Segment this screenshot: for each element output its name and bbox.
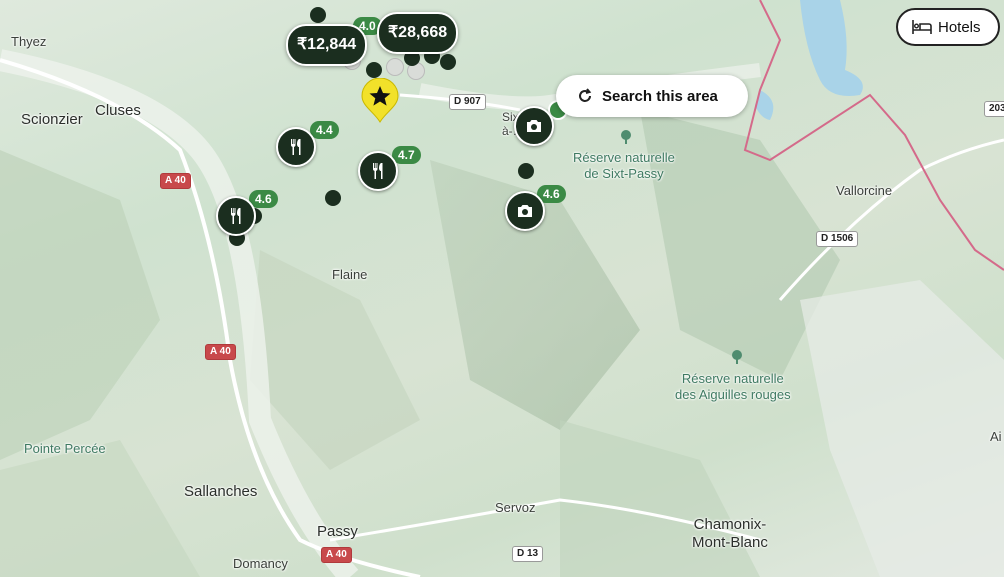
place-label-cluses: Cluses — [95, 102, 141, 119]
restaurant-pin[interactable] — [358, 151, 398, 191]
place-label-servoz: Servoz — [495, 500, 536, 515]
place-label-thyez: Thyez — [11, 34, 47, 49]
road-shield-a40: A 40 — [160, 173, 191, 189]
hotels-button[interactable]: Hotels — [896, 8, 1000, 46]
hotels-label: Hotels — [938, 18, 981, 36]
place-label-pointe-percee: Pointe Percée — [24, 441, 106, 456]
road-shield-a40: A 40 — [321, 547, 352, 563]
fork-knife-icon — [231, 208, 241, 224]
tree-icon — [732, 350, 742, 364]
bed-icon — [912, 20, 932, 34]
road-shield-d13: D 13 — [512, 546, 544, 562]
road-shield-203: 203 — [984, 101, 1004, 117]
map-marker-dot[interactable] — [366, 62, 382, 78]
place-label-passy: Passy — [317, 523, 358, 540]
tree-icon — [621, 130, 631, 144]
camera-icon — [527, 120, 541, 132]
map-marker-dot[interactable] — [440, 54, 456, 70]
road-shield-d907: D 907 — [449, 94, 486, 110]
camera-icon — [518, 205, 532, 217]
refresh-search-icon — [579, 88, 592, 102]
rating-badge: 4.7 — [392, 146, 421, 164]
place-label-ai: Ai — [990, 429, 1002, 444]
search-this-area-label: Search this area — [602, 87, 718, 105]
road-shield-a40: A 40 — [205, 344, 236, 360]
fork-knife-icon — [373, 163, 383, 179]
rating-badge: 4.4 — [310, 121, 339, 139]
map-canvas[interactable]: Thyez Cluses Scionzier Flaine Vallorcine… — [0, 0, 1004, 577]
attraction-pin[interactable] — [505, 191, 545, 231]
terrain-layer — [0, 0, 1004, 577]
map-marker-dot[interactable] — [325, 190, 341, 206]
star-icon[interactable] — [360, 78, 400, 124]
attraction-pin[interactable] — [514, 106, 554, 146]
map-marker-dot[interactable] — [518, 163, 534, 179]
place-label-sallanches: Sallanches — [184, 483, 258, 500]
restaurant-pin[interactable] — [216, 196, 256, 236]
place-label-scionzier: Scionzier — [21, 111, 83, 128]
place-label-domancy: Domancy — [233, 556, 288, 571]
park-label-aiguilles-rouges: Réserve naturelle des Aiguilles rouges — [675, 371, 791, 402]
road-shield-d1506: D 1506 — [816, 231, 859, 247]
place-label-vallorcine: Vallorcine — [836, 183, 893, 198]
hotel-price-pin[interactable]: ₹12,844 — [286, 24, 368, 66]
park-label-sixt-passy: Réserve naturelle de Sixt-Passy — [573, 150, 675, 181]
fork-knife-icon — [291, 139, 301, 155]
place-label-chamonix: Chamonix- Mont-Blanc — [692, 516, 768, 551]
hotel-price-pin[interactable]: ₹28,668 — [377, 12, 459, 54]
search-this-area-button[interactable]: Search this area — [556, 75, 748, 117]
place-label-flaine: Flaine — [332, 267, 368, 282]
restaurant-pin[interactable] — [276, 127, 316, 167]
map-marker-dot[interactable] — [310, 7, 326, 23]
map-marker-dot[interactable] — [386, 58, 404, 76]
